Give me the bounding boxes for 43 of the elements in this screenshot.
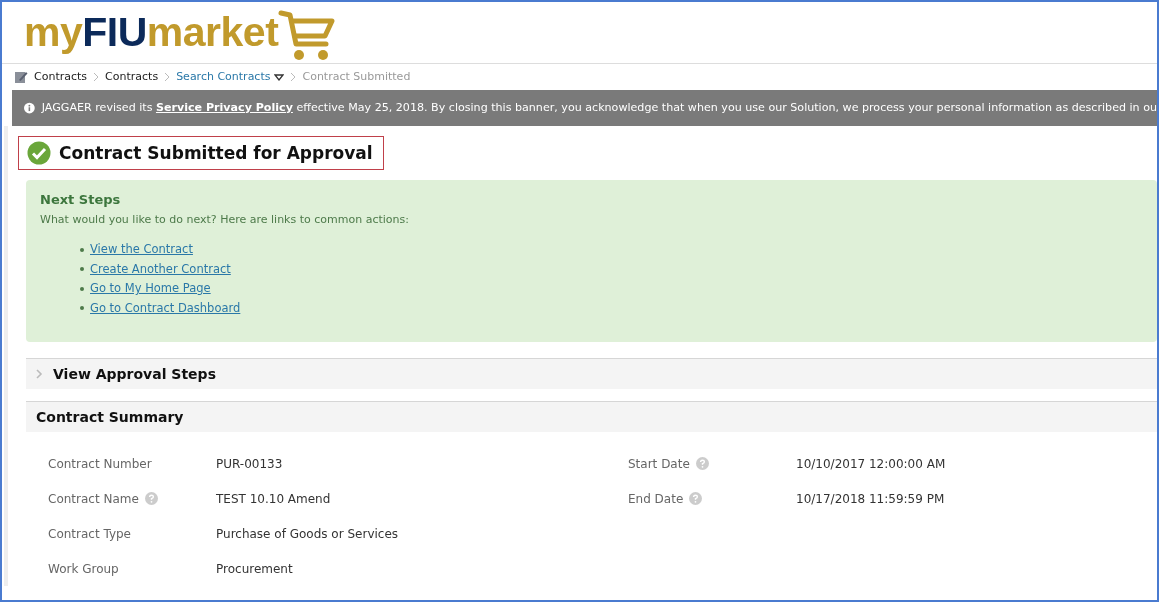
bullet-icon — [80, 306, 84, 311]
cart-icon — [278, 8, 337, 62]
field-label: End Date — [628, 490, 684, 508]
section-title: Contract Summary — [36, 408, 184, 426]
document-icon — [14, 70, 28, 84]
help-icon[interactable] — [695, 457, 709, 470]
field-value: 10/17/2018 11:59:59 PM — [796, 490, 945, 508]
field-label: Contract Number — [48, 455, 152, 473]
field-value: 10/10/2017 12:00:00 AM — [796, 455, 946, 473]
section-title: View Approval Steps — [53, 365, 216, 383]
help-icon[interactable] — [689, 492, 703, 505]
separator-icon — [164, 72, 171, 82]
separator-icon — [93, 72, 100, 82]
help-icon[interactable] — [144, 492, 158, 505]
breadcrumb-item[interactable]: Search Contracts — [176, 68, 285, 86]
field-value: TEST 10.10 Amend — [216, 490, 331, 508]
panel-intro: What would you like to do next? Here are links to common actions: — [40, 211, 410, 228]
action-link[interactable]: Create Another Contract — [90, 259, 231, 280]
field-label: Contract Name — [48, 490, 139, 508]
checkmark-icon — [27, 141, 51, 165]
action-link[interactable]: Go to My Home Page — [90, 279, 211, 299]
page-title: Contract Submitted for Approval — [59, 142, 373, 164]
field-value: Procurement — [216, 560, 293, 578]
action-link[interactable]: Go to Contract Dashboard — [90, 298, 241, 319]
info-icon — [24, 101, 35, 115]
bullet-icon — [80, 267, 84, 272]
field-label: Contract Type — [48, 525, 131, 543]
breadcrumb-item: Contract Submitted — [302, 68, 411, 85]
separator-icon — [290, 72, 297, 82]
bullet-icon — [80, 286, 84, 291]
field-label: Work Group — [48, 560, 119, 578]
bullet-icon — [80, 247, 84, 252]
logo: myFIUmarket — [24, 8, 337, 62]
privacy-policy-link[interactable]: Service Privacy Policy — [155, 100, 293, 114]
action-link[interactable]: View the Contract — [90, 240, 193, 260]
field-value: PUR-00133 — [216, 455, 283, 473]
breadcrumb-item[interactable]: Contracts — [34, 68, 88, 86]
field-label: Start Date — [628, 455, 690, 473]
panel-heading: Next Steps — [40, 192, 122, 208]
banner-text: JAGGAER revised its Service Privacy Policy effective May 25, 2018. By closing this banner, you acknowledge that when you use our Solution, we process your personal information as described in ou — [41, 99, 1157, 116]
field-value: Purchase of Goods or Services — [216, 525, 399, 543]
approval-steps-header[interactable]: View Approval Steps — [26, 358, 1157, 389]
breadcrumb-item[interactable]: Contracts — [105, 68, 159, 86]
